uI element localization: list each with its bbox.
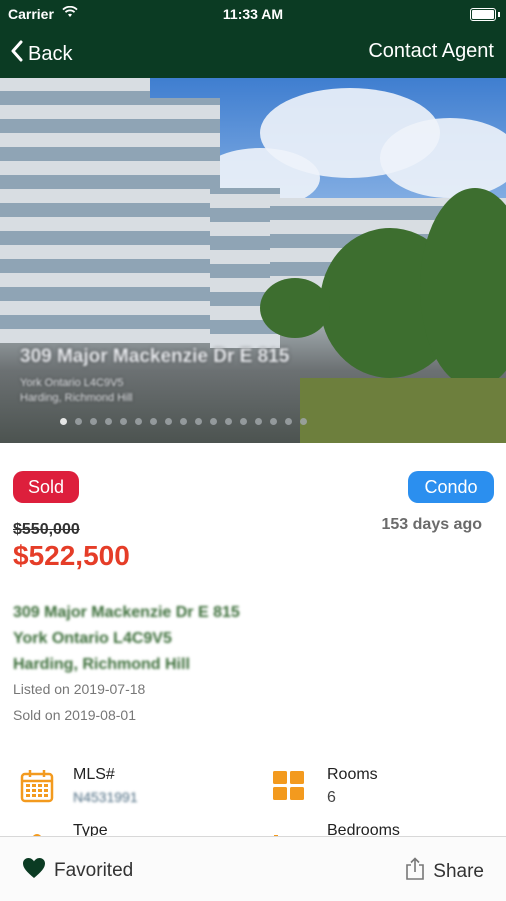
page-dot[interactable] — [195, 418, 202, 425]
listing-photo-carousel[interactable]: 309 Major Mackenzie Dr E 815 York Ontari… — [0, 78, 506, 443]
status-bar: Carrier 11:33 AM — [0, 0, 506, 28]
chevron-left-icon — [10, 40, 24, 68]
share-button[interactable]: Share — [405, 857, 484, 887]
page-dot[interactable] — [240, 418, 247, 425]
page-dot[interactable] — [105, 418, 112, 425]
type-icon — [20, 826, 54, 836]
page-dot[interactable] — [225, 418, 232, 425]
status-time: 11:33 AM — [222, 6, 284, 22]
days-ago: 153 days ago — [381, 516, 483, 533]
page-dot[interactable] — [90, 418, 97, 425]
photo-subtitle-line: Harding, Richmond Hill — [20, 392, 133, 404]
rooms-icon — [272, 769, 306, 803]
building — [0, 78, 150, 343]
favorite-label: Favorited — [54, 860, 134, 881]
photo-subtitle-line: York Ontario L4C9V5 — [20, 377, 124, 389]
contact-agent-button[interactable]: Contact Agent — [368, 40, 494, 63]
address-line: York Ontario L4C9V5 — [13, 630, 172, 647]
page-dot[interactable] — [285, 418, 292, 425]
page-dot[interactable] — [120, 418, 127, 425]
nav-bar: Back Contact Agent — [0, 28, 506, 78]
favorite-button[interactable]: Favorited — [22, 857, 133, 885]
page-dot[interactable] — [300, 418, 307, 425]
page-dot[interactable] — [135, 418, 142, 425]
mls-value: N4531991 — [73, 789, 138, 805]
heart-icon — [22, 857, 46, 885]
back-button[interactable]: Back — [10, 40, 72, 68]
bedrooms-icon — [272, 826, 306, 836]
status-badge: Sold — [13, 471, 79, 503]
page-dot[interactable] — [75, 418, 82, 425]
lawn — [300, 378, 506, 443]
battery-icon — [470, 8, 496, 21]
page-dot[interactable] — [60, 418, 67, 425]
sold-price: $522,500 — [13, 540, 130, 571]
calendar-icon — [20, 769, 54, 803]
property-type-badge: Condo — [408, 471, 494, 503]
share-label: Share — [433, 861, 484, 882]
tree — [260, 278, 330, 338]
share-icon — [405, 857, 425, 887]
page-dot[interactable] — [180, 418, 187, 425]
type-label: Type — [73, 822, 108, 836]
mls-label: MLS# — [73, 766, 115, 783]
rooms-value: 6 — [327, 789, 336, 806]
page-indicator[interactable] — [60, 418, 307, 425]
building — [140, 98, 220, 343]
rooms-label: Rooms — [327, 766, 378, 783]
address-block[interactable]: 309 Major Mackenzie Dr E 815 York Ontari… — [13, 600, 240, 678]
battery-tip — [498, 12, 500, 17]
original-price: $550,000 — [13, 521, 80, 538]
address-line: 309 Major Mackenzie Dr E 815 — [13, 604, 240, 621]
page-dot[interactable] — [270, 418, 277, 425]
photo-title: 309 Major Mackenzie Dr E 815 — [20, 346, 290, 367]
sold-date: Sold on 2019-08-01 — [13, 707, 136, 723]
page-dot[interactable] — [210, 418, 217, 425]
back-label: Back — [28, 42, 73, 65]
page-dot[interactable] — [165, 418, 172, 425]
photo-subtitle: York Ontario L4C9V5 Harding, Richmond Hi… — [20, 376, 133, 406]
cloud — [380, 118, 506, 198]
bedrooms-label: Bedrooms — [327, 822, 400, 836]
bottom-action-bar: Favorited Share — [0, 836, 506, 901]
page-dot[interactable] — [255, 418, 262, 425]
listed-date: Listed on 2019-07-18 — [13, 681, 146, 697]
address-line: Harding, Richmond Hill — [13, 656, 190, 673]
page-dot[interactable] — [150, 418, 157, 425]
